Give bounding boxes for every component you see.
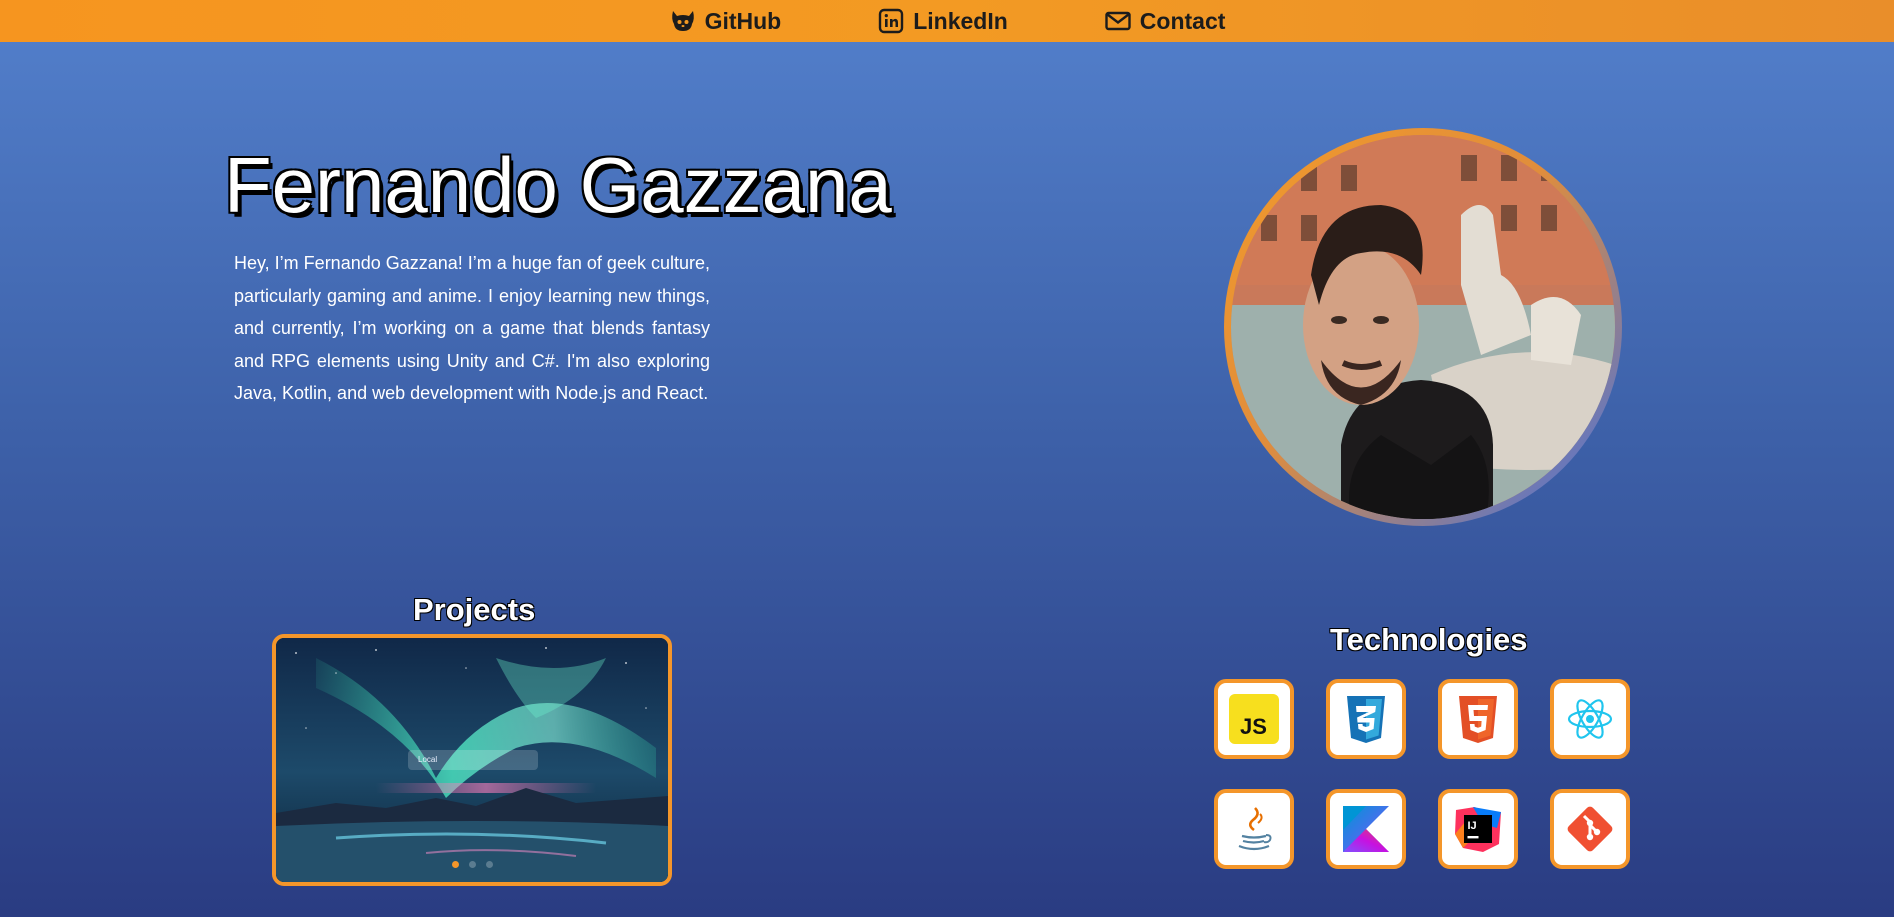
carousel-dots — [276, 861, 668, 868]
css3-icon — [1347, 696, 1385, 743]
tech-tile-git[interactable] — [1550, 789, 1630, 869]
carousel-dot[interactable] — [485, 861, 493, 868]
react-icon — [1567, 699, 1613, 739]
nav-link-label: GitHub — [704, 7, 782, 34]
tech-tile-css3[interactable] — [1326, 679, 1406, 759]
carousel-dot[interactable] — [468, 861, 476, 868]
nav-link-github[interactable]: GitHub — [669, 7, 782, 35]
project-search-text: Local — [418, 755, 438, 764]
project-search-field: Local — [408, 750, 538, 770]
tech-tile-react[interactable] — [1550, 679, 1630, 759]
github-icon — [671, 11, 694, 31]
page-title: Fernando Gazzana — [224, 141, 892, 229]
java-icon — [1238, 807, 1272, 851]
nav-link-linkedin[interactable]: LinkedIn — [877, 7, 1008, 35]
projects-heading: Projects — [413, 592, 536, 627]
nav-link-contact[interactable]: Contact — [1104, 7, 1226, 35]
nav-link-label: LinkedIn — [913, 7, 1008, 34]
svg-text:JS: JS — [1240, 714, 1267, 739]
technologies-heading: Technologies — [1330, 622, 1528, 657]
intellij-icon: IJ — [1455, 807, 1501, 852]
tech-tile-java[interactable] — [1214, 789, 1294, 869]
bio-paragraph: Hey, I’m Fernando Gazzana! I’m a huge fa… — [234, 253, 710, 404]
html5-icon — [1459, 696, 1497, 743]
kotlin-icon — [1343, 806, 1389, 852]
carousel-dot[interactable] — [451, 861, 459, 868]
tech-tile-intellij[interactable]: IJ — [1438, 789, 1518, 869]
project-carousel[interactable]: Local — [272, 634, 672, 886]
profile-photo — [1231, 135, 1615, 519]
mail-icon — [1105, 11, 1131, 31]
tech-tile-kotlin[interactable] — [1326, 789, 1406, 869]
svg-text:IJ: IJ — [1468, 820, 1477, 832]
javascript-icon: JS — [1229, 694, 1279, 744]
top-nav: GitHub LinkedIn Contact — [0, 0, 1894, 42]
technologies-grid: JS IJ — [1214, 679, 1630, 869]
git-icon — [1567, 806, 1613, 852]
tech-tile-javascript[interactable]: JS — [1214, 679, 1294, 759]
tech-tile-html5[interactable] — [1438, 679, 1518, 759]
nav-link-label: Contact — [1139, 7, 1226, 34]
linkedin-icon — [879, 8, 904, 34]
avatar — [1224, 128, 1622, 526]
